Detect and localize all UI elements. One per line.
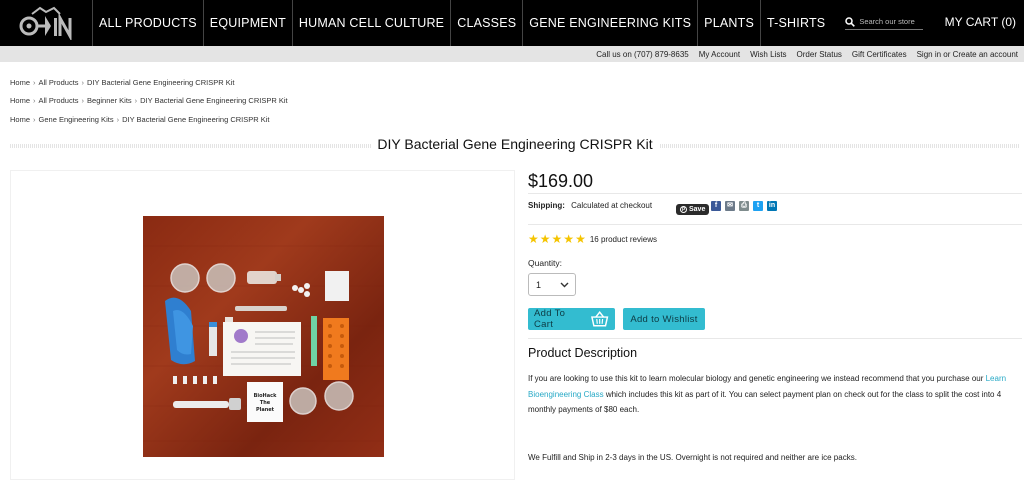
kit-contents-illustration: BioHack The Planet bbox=[143, 245, 384, 442]
logo-icon bbox=[19, 6, 72, 40]
breadcrumb-home[interactable]: Home bbox=[10, 115, 30, 124]
shipping-note: We Fulfill and Ship in 2-3 days in the U… bbox=[528, 453, 857, 462]
pinterest-save-button[interactable]: p Save bbox=[676, 204, 710, 215]
divider bbox=[528, 193, 1022, 194]
divider bbox=[528, 338, 1022, 339]
nav-t-shirts[interactable]: T-SHIRTS bbox=[760, 0, 831, 46]
email-icon[interactable]: ✉ bbox=[725, 201, 735, 211]
breadcrumb-home[interactable]: Home bbox=[10, 78, 30, 87]
cart-link[interactable]: MY CART (0) bbox=[945, 15, 1016, 29]
star-icon: ★ bbox=[528, 232, 539, 246]
breadcrumb-all-products[interactable]: All Products bbox=[39, 78, 79, 87]
breadcrumb-all-products[interactable]: All Products bbox=[39, 96, 79, 105]
breadcrumb-gene-engineering-kits[interactable]: Gene Engineering Kits bbox=[39, 115, 114, 124]
top-nav: ALL PRODUCTS EQUIPMENT HUMAN CELL CULTUR… bbox=[0, 0, 1024, 46]
breadcrumb-beginner-kits[interactable]: Beginner Kits bbox=[87, 96, 132, 105]
search-icon[interactable] bbox=[845, 16, 856, 27]
breadcrumb-current[interactable]: DIY Bacterial Gene Engineering CRISPR Ki… bbox=[87, 78, 234, 87]
description-text-part-1: If you are looking to use this kit to le… bbox=[528, 374, 986, 383]
star-icon: ★ bbox=[539, 232, 551, 246]
star-icon: ★ bbox=[575, 232, 586, 246]
card-text-line-3: Planet bbox=[256, 407, 275, 413]
title-row: DIY Bacterial Gene Engineering CRISPR Ki… bbox=[10, 136, 1020, 154]
page-title-text: DIY Bacterial Gene Engineering CRISPR Ki… bbox=[371, 136, 659, 152]
description-title: Product Description bbox=[528, 346, 638, 360]
add-to-cart-label: Add To Cart bbox=[534, 308, 566, 330]
search-input[interactable] bbox=[859, 17, 924, 26]
add-to-cart-button[interactable]: Add To Cart bbox=[528, 308, 615, 330]
nav-classes[interactable]: CLASSES bbox=[450, 0, 522, 46]
breadcrumb-separator-icon: › bbox=[33, 115, 36, 124]
breadcrumb: Home › All Products › Beginner Kits › DIY Bact… bbox=[10, 96, 288, 105]
shipping-value: Calculated at checkout bbox=[571, 201, 653, 210]
breadcrumb-separator-icon: › bbox=[81, 96, 85, 105]
quantity-select[interactable]: 1 bbox=[528, 273, 576, 296]
shipping-label: Shipping: bbox=[528, 201, 565, 210]
facebook-icon[interactable]: f bbox=[711, 201, 721, 211]
breadcrumb-separator-icon: › bbox=[134, 96, 138, 105]
nav-plants[interactable]: PLANTS bbox=[697, 0, 760, 46]
product-price: $169.00 bbox=[528, 171, 594, 191]
card-text-line-1: BioHack bbox=[254, 393, 277, 399]
description-text: If you are looking to use this kit to le… bbox=[528, 371, 1020, 418]
page-title: DIY Bacterial Gene Engineering CRISPR Ki… bbox=[10, 136, 1020, 152]
breadcrumb-separator-icon: › bbox=[33, 96, 36, 105]
add-to-wishlist-label: Add to Wishlist bbox=[630, 313, 698, 325]
add-to-wishlist-button[interactable]: Add to Wishlist bbox=[623, 308, 705, 330]
gift-certificates-link[interactable]: Gift Certificates bbox=[852, 50, 907, 59]
breadcrumb-separator-icon: › bbox=[116, 115, 120, 124]
nav-human-cell-culture[interactable]: HUMAN CELL CULTURE bbox=[291, 0, 450, 46]
my-account-link[interactable]: My Account bbox=[699, 50, 740, 59]
breadcrumb-home[interactable]: Home bbox=[10, 96, 30, 105]
breadcrumb-separator-icon: › bbox=[33, 78, 36, 87]
star-icon: ★ bbox=[551, 232, 563, 246]
product-image-panel: BioHack The Planet bbox=[10, 170, 515, 480]
pinterest-save-label: Save bbox=[689, 206, 706, 213]
nav-equipment[interactable]: EQUIPMENT bbox=[202, 0, 292, 46]
breadcrumb: Home › Gene Engineering Kits › DIY Bacterial… bbox=[10, 115, 270, 124]
divider bbox=[528, 224, 1022, 225]
breadcrumb-current[interactable]: DIY Bacterial Gene Engineering CRISPR Ki… bbox=[140, 96, 287, 105]
star-icon: ★ bbox=[563, 232, 575, 246]
reviews-link[interactable]: 16 product reviews bbox=[590, 235, 657, 244]
breadcrumb: Home › All Products › DIY Bacterial Gene Eng… bbox=[10, 78, 234, 87]
card-text-line-2: The bbox=[260, 400, 271, 406]
utility-bar: Call us on (707) 879-8635 My Account Wis… bbox=[0, 46, 1024, 62]
search bbox=[845, 0, 924, 46]
wish-lists-link[interactable]: Wish Lists bbox=[750, 50, 786, 59]
shipping-info: Shipping: Calculated at checkout bbox=[528, 201, 652, 210]
order-status-link[interactable]: Order Status bbox=[797, 50, 842, 59]
nav-gene-engineering-kits[interactable]: GENE ENGINEERING KITS bbox=[522, 0, 697, 46]
search-box bbox=[845, 16, 924, 30]
quantity-label: Quantity: bbox=[528, 258, 563, 268]
twitter-icon[interactable]: t bbox=[753, 201, 763, 211]
breadcrumb-separator-icon: › bbox=[81, 78, 85, 87]
rating[interactable]: ★ ★ ★ ★ ★ 16 product reviews bbox=[528, 232, 657, 246]
quantity-value: 1 bbox=[536, 279, 542, 290]
sign-in-link[interactable]: Sign in or Create an account bbox=[917, 50, 1018, 59]
site-logo[interactable] bbox=[0, 0, 92, 46]
print-icon[interactable]: ⎙ bbox=[739, 201, 749, 211]
chevron-down-icon bbox=[560, 282, 569, 288]
nav-all-products[interactable]: ALL PRODUCTS bbox=[92, 0, 203, 46]
product-image[interactable]: BioHack The Planet bbox=[143, 216, 384, 457]
pinterest-icon: p bbox=[680, 206, 687, 213]
basket-icon bbox=[590, 311, 608, 327]
phone-number: Call us on (707) 879-8635 bbox=[596, 49, 689, 59]
linkedin-icon[interactable]: in bbox=[767, 201, 777, 211]
breadcrumb-current[interactable]: DIY Bacterial Gene Engineering CRISPR Ki… bbox=[122, 115, 269, 124]
